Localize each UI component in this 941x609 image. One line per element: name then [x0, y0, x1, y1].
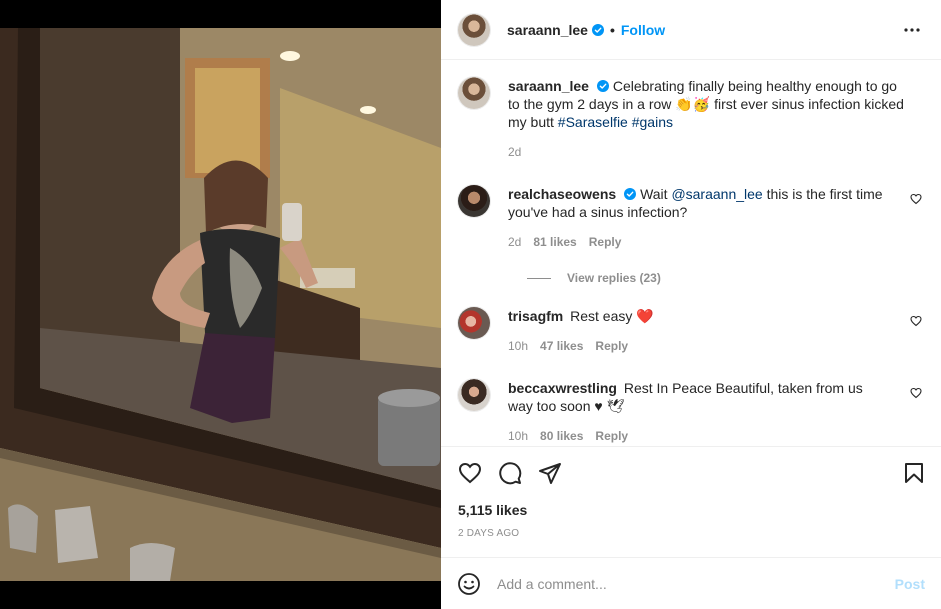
comment-time[interactable]: 10h	[508, 337, 528, 355]
comment-bubble-icon[interactable]	[498, 461, 522, 485]
share-paper-plane-icon[interactable]	[538, 461, 562, 485]
separator-dot: •	[609, 21, 615, 38]
mention-link[interactable]: @saraann_lee	[671, 186, 762, 202]
comments-list[interactable]: saraann_lee Celebrating finally being he…	[441, 61, 941, 445]
save-bookmark-icon[interactable]	[902, 461, 926, 485]
comment-emoji: ❤️	[636, 308, 654, 324]
follow-button[interactable]: Follow	[621, 22, 665, 38]
view-replies-line	[527, 277, 551, 279]
comment-time[interactable]: 2d	[508, 233, 521, 251]
post-caption: saraann_lee Celebrating finally being he…	[457, 77, 925, 161]
view-replies-button[interactable]: View replies (23)	[527, 271, 925, 285]
post-comment-button[interactable]: Post	[895, 576, 925, 592]
comment-meta: 10h 80 likes Reply	[508, 427, 891, 445]
comment-like-heart-icon[interactable]	[910, 387, 922, 399]
comment-meta: 2d 81 likes Reply	[508, 233, 891, 251]
comment-likes[interactable]: 81 likes	[533, 233, 576, 251]
comment-text-part1: Wait	[640, 186, 672, 202]
commenter-username[interactable]: realchaseowens	[508, 186, 616, 202]
caption-emojis: 👏🥳	[675, 96, 711, 112]
caption-time[interactable]: 2d	[508, 143, 521, 161]
commenter-avatar[interactable]	[458, 307, 490, 339]
post-photo-panel	[0, 0, 441, 609]
caption-body: saraann_lee Celebrating finally being he…	[508, 77, 925, 161]
reply-button[interactable]: Reply	[595, 427, 628, 445]
comment-item: trisagfm Rest easy ❤️ 10h 47 likes Reply	[457, 307, 925, 355]
post-header: saraann_lee • Follow	[441, 0, 941, 60]
caption-meta: 2d	[508, 143, 907, 161]
comment-meta: 10h 47 likes Reply	[508, 337, 891, 355]
likes-count[interactable]: 5,115 likes	[458, 502, 527, 518]
author-username[interactable]: saraann_lee	[507, 22, 588, 38]
emoji-smiley-icon[interactable]	[457, 572, 481, 596]
verified-badge-icon	[624, 188, 637, 200]
comment-body: trisagfm Rest easy ❤️ 10h 47 likes Reply	[508, 307, 925, 355]
comment-item: beccaxwrestling Rest In Peace Beautiful,…	[457, 379, 925, 445]
post-actions-section: 5,115 likes 2 DAYS AGO	[441, 446, 941, 556]
reply-button[interactable]: Reply	[589, 233, 622, 251]
comment-like-heart-icon[interactable]	[910, 315, 922, 327]
instagram-post-modal: saraann_lee • Follow saraann_lee Celebra…	[0, 0, 941, 609]
author-avatar[interactable]	[458, 13, 490, 46]
view-replies-label: View replies (23)	[567, 271, 661, 285]
verified-badge-icon	[591, 23, 604, 36]
comment-input[interactable]	[497, 575, 877, 592]
caption-author-avatar[interactable]	[458, 77, 490, 109]
mirror-selfie-illustration	[0, 28, 441, 581]
commenter-username[interactable]: trisagfm	[508, 308, 563, 324]
caption-author-username[interactable]: saraann_lee	[508, 78, 589, 94]
verified-badge-icon	[596, 80, 609, 92]
commenter-avatar[interactable]	[458, 379, 490, 411]
post-date[interactable]: 2 DAYS AGO	[458, 528, 519, 539]
reply-button[interactable]: Reply	[595, 337, 628, 355]
comment-like-heart-icon[interactable]	[910, 193, 922, 205]
commenter-avatar[interactable]	[458, 185, 490, 217]
comment-item: realchaseowens Wait @saraann_lee this is…	[457, 185, 925, 251]
comment-body: beccaxwrestling Rest In Peace Beautiful,…	[508, 379, 925, 445]
add-comment-bar: Post	[441, 557, 941, 609]
commenter-username[interactable]: beccaxwrestling	[508, 380, 617, 396]
hashtag-saraselfie[interactable]: #Saraselfie	[558, 114, 628, 130]
more-horizontal-icon[interactable]	[903, 21, 921, 39]
post-image[interactable]	[0, 28, 441, 581]
comment-likes[interactable]: 47 likes	[540, 337, 583, 355]
comment-likes[interactable]: 80 likes	[540, 427, 583, 445]
comment-text: Rest easy	[570, 308, 637, 324]
like-heart-icon[interactable]	[458, 461, 482, 485]
comment-time[interactable]: 10h	[508, 427, 528, 445]
author-info: saraann_lee • Follow	[507, 22, 665, 38]
comment-body: realchaseowens Wait @saraann_lee this is…	[508, 185, 925, 251]
hashtag-gains[interactable]: #gains	[632, 114, 673, 130]
post-detail-panel: saraann_lee • Follow saraann_lee Celebra…	[441, 0, 941, 609]
